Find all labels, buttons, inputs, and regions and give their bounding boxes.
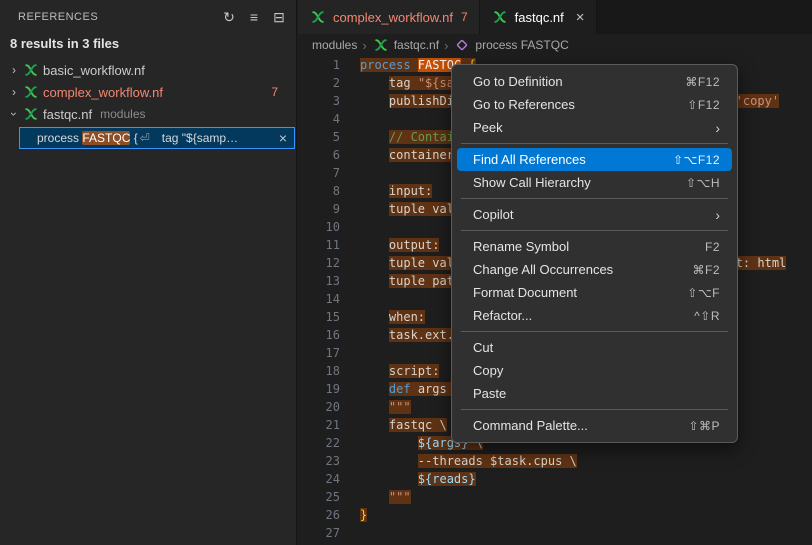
tab-label: complex_workflow.nf (333, 10, 453, 25)
line-number: 21 (298, 416, 360, 434)
breadcrumbs: modules › fastqc.nf › process FASTQC (298, 34, 812, 56)
line-number: 14 (298, 290, 360, 308)
chevron-right-icon: › (6, 85, 22, 99)
chevron-right-icon: › (6, 63, 22, 77)
tree-file-row-fastqc-nf[interactable]: › fastqc.nf modules (0, 103, 296, 125)
refresh-icon[interactable]: ↻ (218, 6, 240, 28)
clear-results-icon[interactable]: ≡ (243, 6, 265, 28)
file-name: complex_workflow.nf (43, 85, 163, 100)
tree-file-row-complex-workflow-nf[interactable]: › complex_workflow.nf 7 (0, 81, 296, 103)
breadcrumb-item-modules[interactable]: modules (312, 38, 357, 52)
menu-item-paste[interactable]: Paste (457, 382, 732, 405)
tab-problems-badge: 7 (461, 10, 468, 24)
line-number: 1 (298, 56, 360, 74)
menu-item-show-call-hierarchy[interactable]: Show Call Hierarchy⇧⌥H (457, 171, 732, 194)
menu-item-copy[interactable]: Copy (457, 359, 732, 382)
nextflow-icon (22, 63, 40, 77)
line-number: 19 (298, 380, 360, 398)
results-summary: 8 results in 3 files (0, 34, 296, 59)
menu-item-command-palette[interactable]: Command Palette...⇧⌘P (457, 414, 732, 437)
tab-fastqc-nf[interactable]: fastqc.nf × (480, 0, 597, 34)
nextflow-icon (491, 10, 509, 24)
line-number: 24 (298, 470, 360, 488)
sidebar-header: REFERENCES ↻≡⊟ (0, 0, 296, 34)
line-number: 11 (298, 236, 360, 254)
file-name: fastqc.nf (43, 107, 92, 122)
line-number: 27 (298, 524, 360, 542)
breadcrumb-item-process-fastqc[interactable]: process FASTQC (453, 38, 568, 52)
sidebar-title: REFERENCES (18, 11, 215, 23)
menu-separator (461, 143, 728, 144)
line-number: 10 (298, 218, 360, 236)
line-number: 3 (298, 92, 360, 110)
chevron-right-icon: › (444, 38, 448, 53)
context-menu: Go to Definition⌘F12Go to References⇧F12… (451, 64, 738, 443)
tab-label: fastqc.nf (515, 10, 564, 25)
menu-item-refactor[interactable]: Refactor...^⇧R (457, 304, 732, 327)
nextflow-icon (22, 85, 40, 99)
code-line: 23 --threads $task.cpus \ (298, 452, 812, 470)
results-count-badge: 7 (271, 85, 288, 99)
menu-item-go-to-references[interactable]: Go to References⇧F12 (457, 93, 732, 116)
chevron-right-icon: › (362, 38, 366, 53)
reference-result-row[interactable]: process FASTQC {⏎ tag "${samp…× (19, 127, 295, 149)
menu-separator (461, 409, 728, 410)
code-line: 25 """ (298, 488, 812, 506)
close-icon[interactable]: × (275, 130, 291, 146)
code-line: 24 ${reads} (298, 470, 812, 488)
line-number: 26 (298, 506, 360, 524)
submenu-chevron-icon: › (715, 120, 720, 136)
match-highlight: FASTQC (82, 131, 130, 145)
line-number: 18 (298, 362, 360, 380)
tab-bar: complex_workflow.nf 7 fastqc.nf × (298, 0, 812, 34)
collapse-all-icon[interactable]: ⊟ (268, 6, 290, 28)
line-number: 15 (298, 308, 360, 326)
return-icon: ⏎ (140, 131, 150, 145)
result-preview: process FASTQC {⏎ tag "${samp… (37, 131, 275, 145)
tree-file-row-basic-workflow-nf[interactable]: › basic_workflow.nf (0, 59, 296, 81)
menu-separator (461, 198, 728, 199)
nextflow-icon (22, 107, 40, 121)
line-number: 16 (298, 326, 360, 344)
line-number: 12 (298, 254, 360, 272)
references-sidebar: REFERENCES ↻≡⊟ 8 results in 3 files › bas… (0, 0, 297, 545)
symbol-icon (453, 39, 471, 51)
references-tree: ›basic_workflow.nf›complex_workflow.nf7›… (0, 59, 296, 149)
menu-item-copilot[interactable]: Copilot› (457, 203, 732, 226)
file-name: basic_workflow.nf (43, 63, 145, 78)
menu-item-go-to-definition[interactable]: Go to Definition⌘F12 (457, 70, 732, 93)
sidebar-toolbar: ↻≡⊟ (215, 6, 290, 28)
line-number: 4 (298, 110, 360, 128)
line-number: 13 (298, 272, 360, 290)
line-number: 25 (298, 488, 360, 506)
menu-item-cut[interactable]: Cut (457, 336, 732, 359)
nextflow-icon (372, 38, 390, 52)
line-number: 23 (298, 452, 360, 470)
line-number: 20 (298, 398, 360, 416)
chevron-down-icon: › (7, 106, 21, 122)
menu-separator (461, 230, 728, 231)
line-number: 22 (298, 434, 360, 452)
line-number: 2 (298, 74, 360, 92)
menu-item-rename-symbol[interactable]: Rename SymbolF2 (457, 235, 732, 258)
line-number: 5 (298, 128, 360, 146)
nextflow-icon (309, 10, 327, 24)
submenu-chevron-icon: › (715, 207, 720, 223)
tab-complex-workflow-nf[interactable]: complex_workflow.nf 7 (298, 0, 480, 34)
menu-item-peek[interactable]: Peek› (457, 116, 732, 139)
file-description: modules (100, 107, 145, 121)
menu-item-change-all-occurrences[interactable]: Change All Occurrences⌘F2 (457, 258, 732, 281)
menu-separator (461, 331, 728, 332)
code-line: 26} (298, 506, 812, 524)
breadcrumb-item-fastqc-nf[interactable]: fastqc.nf (372, 38, 439, 52)
line-number: 6 (298, 146, 360, 164)
line-number: 7 (298, 164, 360, 182)
code-line: 27 (298, 524, 812, 542)
menu-item-format-document[interactable]: Format Document⇧⌥F (457, 281, 732, 304)
line-number: 17 (298, 344, 360, 362)
line-number: 8 (298, 182, 360, 200)
close-icon[interactable]: × (576, 9, 585, 26)
line-number: 9 (298, 200, 360, 218)
menu-item-find-all-references[interactable]: Find All References⇧⌥F12 (457, 148, 732, 171)
